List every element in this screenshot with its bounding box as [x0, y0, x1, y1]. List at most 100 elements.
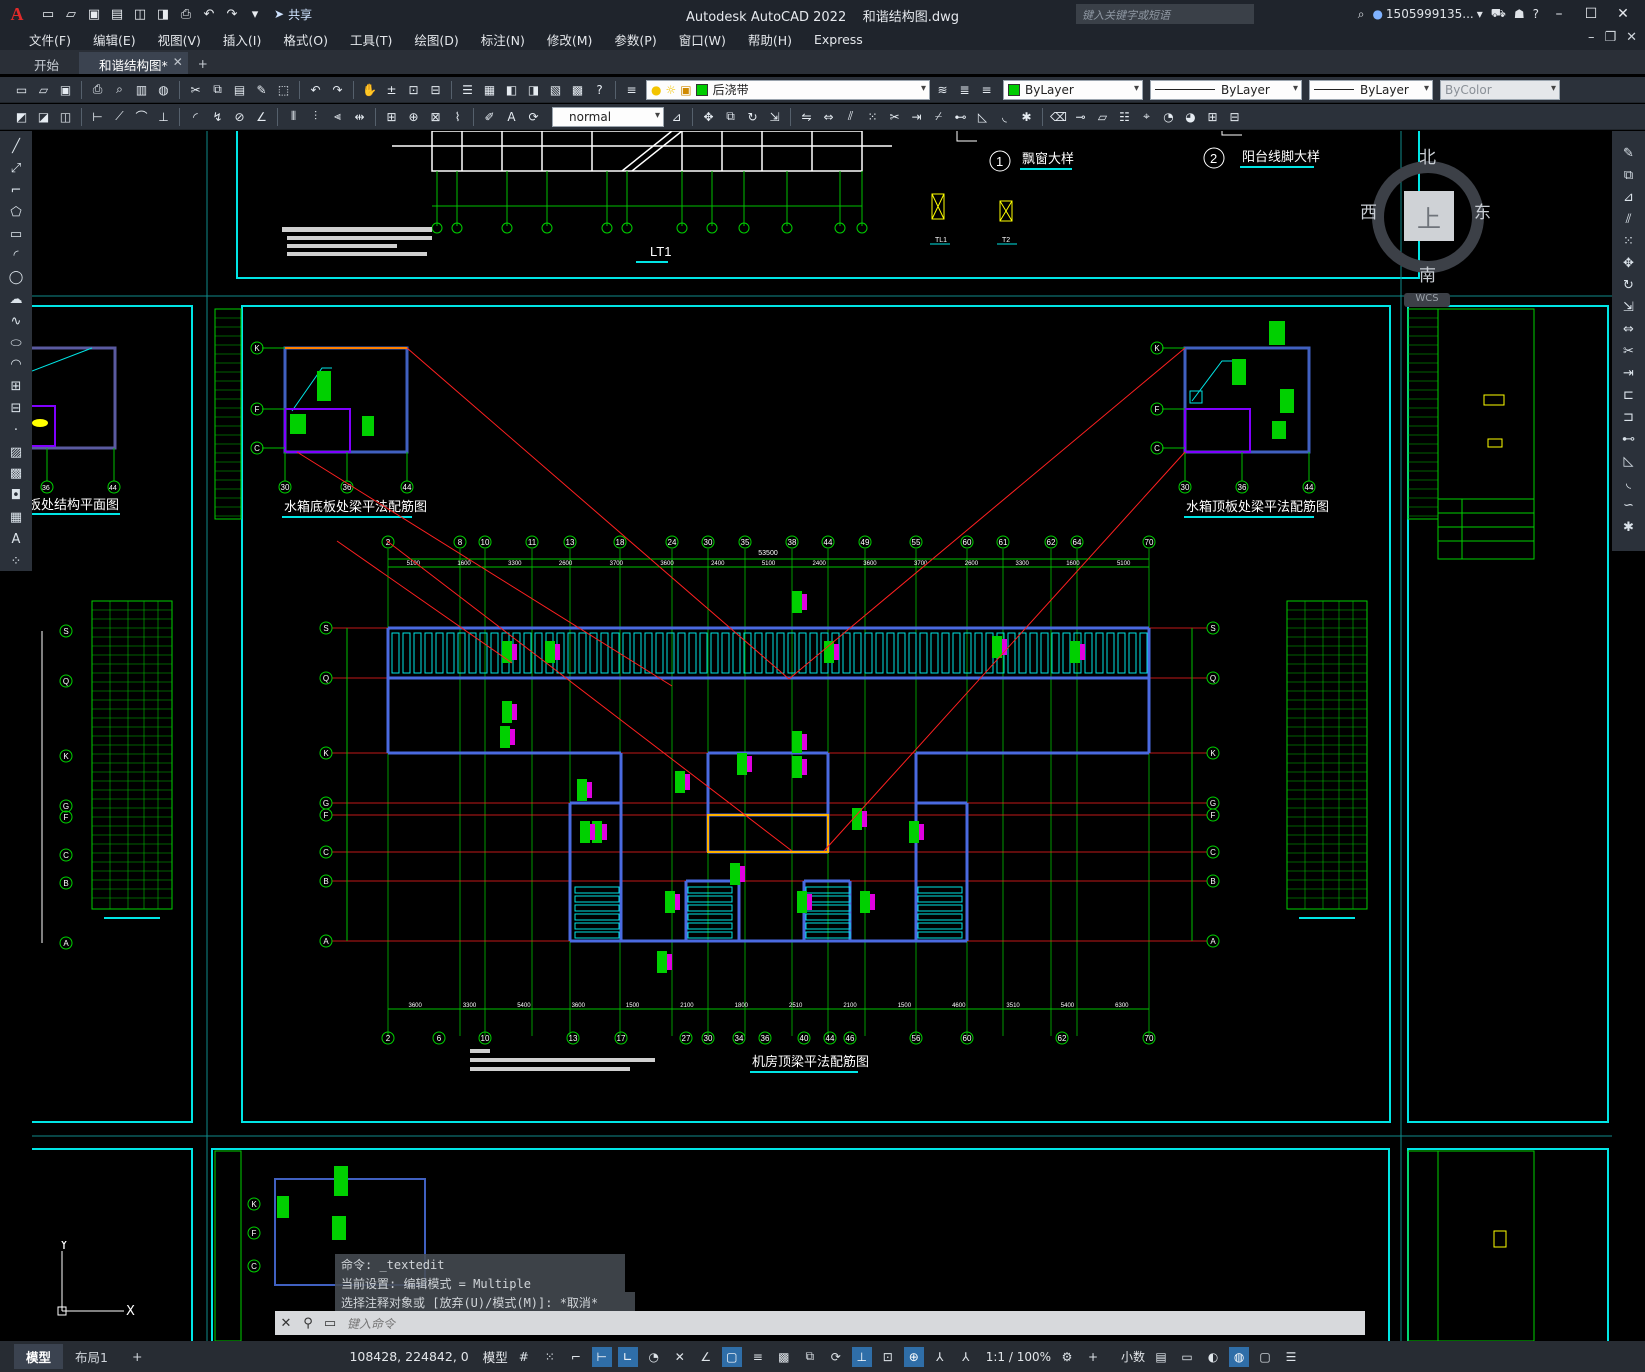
- line-icon[interactable]: ╱: [6, 137, 26, 157]
- object-snap-tracking-icon[interactable]: ∠: [696, 1347, 716, 1367]
- hatch-icon[interactable]: ▨: [6, 442, 26, 462]
- zoom-window-icon[interactable]: ⊡: [404, 80, 423, 99]
- compass-south[interactable]: 南: [1419, 261, 1436, 286]
- ellipse-icon[interactable]: ⬭: [6, 333, 26, 353]
- table-icon[interactable]: ▦: [6, 508, 26, 528]
- tolerance-icon[interactable]: ⊞: [382, 107, 401, 126]
- circle-icon[interactable]: ◯: [6, 268, 26, 288]
- menu-item[interactable]: 参数(P): [603, 30, 667, 49]
- web-open-icon[interactable]: ◫: [130, 4, 150, 24]
- revcloud-icon[interactable]: ☁: [6, 290, 26, 310]
- preview-icon[interactable]: ⌕: [110, 80, 129, 99]
- layer-properties-icon[interactable]: ≡: [622, 80, 641, 99]
- dim-update-icon[interactable]: ⟳: [524, 107, 543, 126]
- radius-dim-icon[interactable]: ◜: [186, 107, 205, 126]
- sheet-set-icon[interactable]: ◨: [524, 80, 543, 99]
- close-tab-icon[interactable]: ✕: [173, 55, 183, 69]
- ortho-icon[interactable]: ∟: [617, 1346, 638, 1367]
- mirror-icon[interactable]: ⇋: [797, 107, 816, 126]
- insert-block-icon[interactable]: ⊞: [1203, 107, 1222, 126]
- make-block-icon[interactable]: ⊟: [1225, 107, 1244, 126]
- user-account[interactable]: ● 1505999135... ▾: [1372, 7, 1482, 21]
- linear-dim-icon[interactable]: ⊢: [88, 107, 107, 126]
- share-button[interactable]: ➤ 共享: [274, 6, 312, 23]
- menu-item[interactable]: 编辑(E): [82, 30, 147, 49]
- layer-dropdown[interactable]: ● ☼ ▣ 后浇带 ▾: [646, 79, 930, 100]
- compass-west[interactable]: 西: [1360, 198, 1377, 223]
- undo-icon[interactable]: ↶: [306, 80, 325, 99]
- 3d-osnap-icon[interactable]: ⟳: [826, 1347, 846, 1367]
- mtext-icon[interactable]: A: [6, 529, 26, 549]
- infer-icon[interactable]: ⌐: [566, 1347, 586, 1367]
- wcs-menu[interactable]: WCS: [1404, 293, 1450, 307]
- layer-tool-icon[interactable]: ◩: [12, 107, 31, 126]
- annotation-scale[interactable]: 1:1 / 100%: [986, 1350, 1051, 1364]
- copy-icon[interactable]: ⧉: [208, 80, 227, 99]
- explode-icon[interactable]: ✱: [1619, 517, 1639, 537]
- make-block-icon[interactable]: ⊟: [6, 399, 26, 419]
- gizmo-icon[interactable]: ⊕: [903, 1346, 924, 1367]
- layer-previous-icon[interactable]: ≣: [955, 80, 974, 99]
- move-icon[interactable]: ✥: [699, 107, 718, 126]
- web-save-icon[interactable]: ◨: [153, 4, 173, 24]
- make-current-icon[interactable]: ≋: [933, 80, 952, 99]
- break-icon[interactable]: ⊐: [1619, 407, 1639, 427]
- rotate-icon[interactable]: ↻: [743, 107, 762, 126]
- undo-icon[interactable]: ↶: [199, 4, 219, 24]
- open-icon[interactable]: ▱: [34, 80, 53, 99]
- help-icon[interactable]: ?: [1533, 7, 1539, 21]
- cart-icon[interactable]: ⛟: [1491, 6, 1506, 22]
- jogged-linear-icon[interactable]: ⌇: [448, 107, 467, 126]
- help-icon[interactable]: ?: [590, 80, 609, 99]
- explode-icon[interactable]: ✱: [1017, 107, 1036, 126]
- pan-icon[interactable]: ✋: [360, 80, 379, 99]
- match-properties-icon[interactable]: ✎: [252, 80, 271, 99]
- people-icon[interactable]: ☗: [1514, 7, 1525, 21]
- ordinate-dim-icon[interactable]: ⊥: [154, 107, 173, 126]
- tool-palettes-icon[interactable]: ◧: [502, 80, 521, 99]
- redo-icon[interactable]: ↷: [222, 4, 242, 24]
- doc-restore-icon[interactable]: ❐: [1604, 30, 1616, 45]
- array-icon[interactable]: ⁙: [1619, 231, 1639, 251]
- chamfer-icon[interactable]: ◺: [1619, 451, 1639, 471]
- block-editor-icon[interactable]: ⬚: [274, 80, 293, 99]
- menu-item[interactable]: 工具(T): [339, 30, 403, 49]
- zoom-realtime-icon[interactable]: ±: [382, 80, 401, 99]
- stretch-icon[interactable]: ⇔: [1619, 319, 1639, 339]
- menu-item[interactable]: 格式(O): [272, 30, 339, 49]
- plotstyle-dropdown[interactable]: ByColor ▾: [1440, 79, 1560, 100]
- insert-block-icon[interactable]: ⊞: [6, 377, 26, 397]
- units-dropdown[interactable]: 小数: [1121, 1348, 1145, 1365]
- dim-edit-icon[interactable]: ✐: [480, 107, 499, 126]
- lineweight-icon[interactable]: ≡: [748, 1347, 768, 1367]
- selection-cycling-icon[interactable]: ⧉: [800, 1347, 820, 1367]
- linetype-dropdown[interactable]: ByLayer ▾: [1150, 79, 1302, 100]
- scale-icon[interactable]: ⇲: [1619, 297, 1639, 317]
- menu-item[interactable]: 窗口(W): [668, 30, 737, 49]
- lineweight-dropdown[interactable]: ByLayer ▾: [1309, 79, 1433, 100]
- isodraft-icon[interactable]: ✕: [670, 1347, 690, 1367]
- fillet-icon[interactable]: ◟: [995, 107, 1014, 126]
- area-icon[interactable]: ▱: [1093, 107, 1112, 126]
- maximize-button[interactable]: ☐: [1579, 6, 1603, 22]
- menu-item[interactable]: 插入(I): [212, 30, 272, 49]
- design-center-icon[interactable]: ▦: [480, 80, 499, 99]
- dist-icon[interactable]: ⊸: [1071, 107, 1090, 126]
- extend-icon[interactable]: ⇥: [907, 107, 926, 126]
- search-icon[interactable]: ⌕: [1358, 7, 1365, 22]
- viewcube[interactable]: 上 北 南 东 西 WCS: [1360, 143, 1494, 313]
- diameter-dim-icon[interactable]: ⊘: [230, 107, 249, 126]
- copy-object-icon[interactable]: ⧉: [721, 107, 740, 126]
- menu-item[interactable]: 视图(V): [147, 30, 212, 49]
- menu-item[interactable]: 标注(N): [470, 30, 536, 49]
- close-button[interactable]: ✕: [1611, 6, 1635, 22]
- quick-dim-icon[interactable]: ⫴: [284, 107, 303, 126]
- tab-drawing[interactable]: 和谐结构图* ✕: [79, 52, 188, 74]
- plot-icon[interactable]: ⎙: [176, 4, 196, 24]
- command-line[interactable]: ✕ ⚲ ▭ 键入命令: [275, 1311, 1365, 1335]
- grid-icon[interactable]: #: [514, 1347, 534, 1367]
- close-command-icon[interactable]: ✕: [275, 1316, 297, 1331]
- rectangle-icon[interactable]: ▭: [6, 224, 26, 244]
- redo-icon[interactable]: ↷: [328, 80, 347, 99]
- center-mark-icon[interactable]: ⊕: [404, 107, 423, 126]
